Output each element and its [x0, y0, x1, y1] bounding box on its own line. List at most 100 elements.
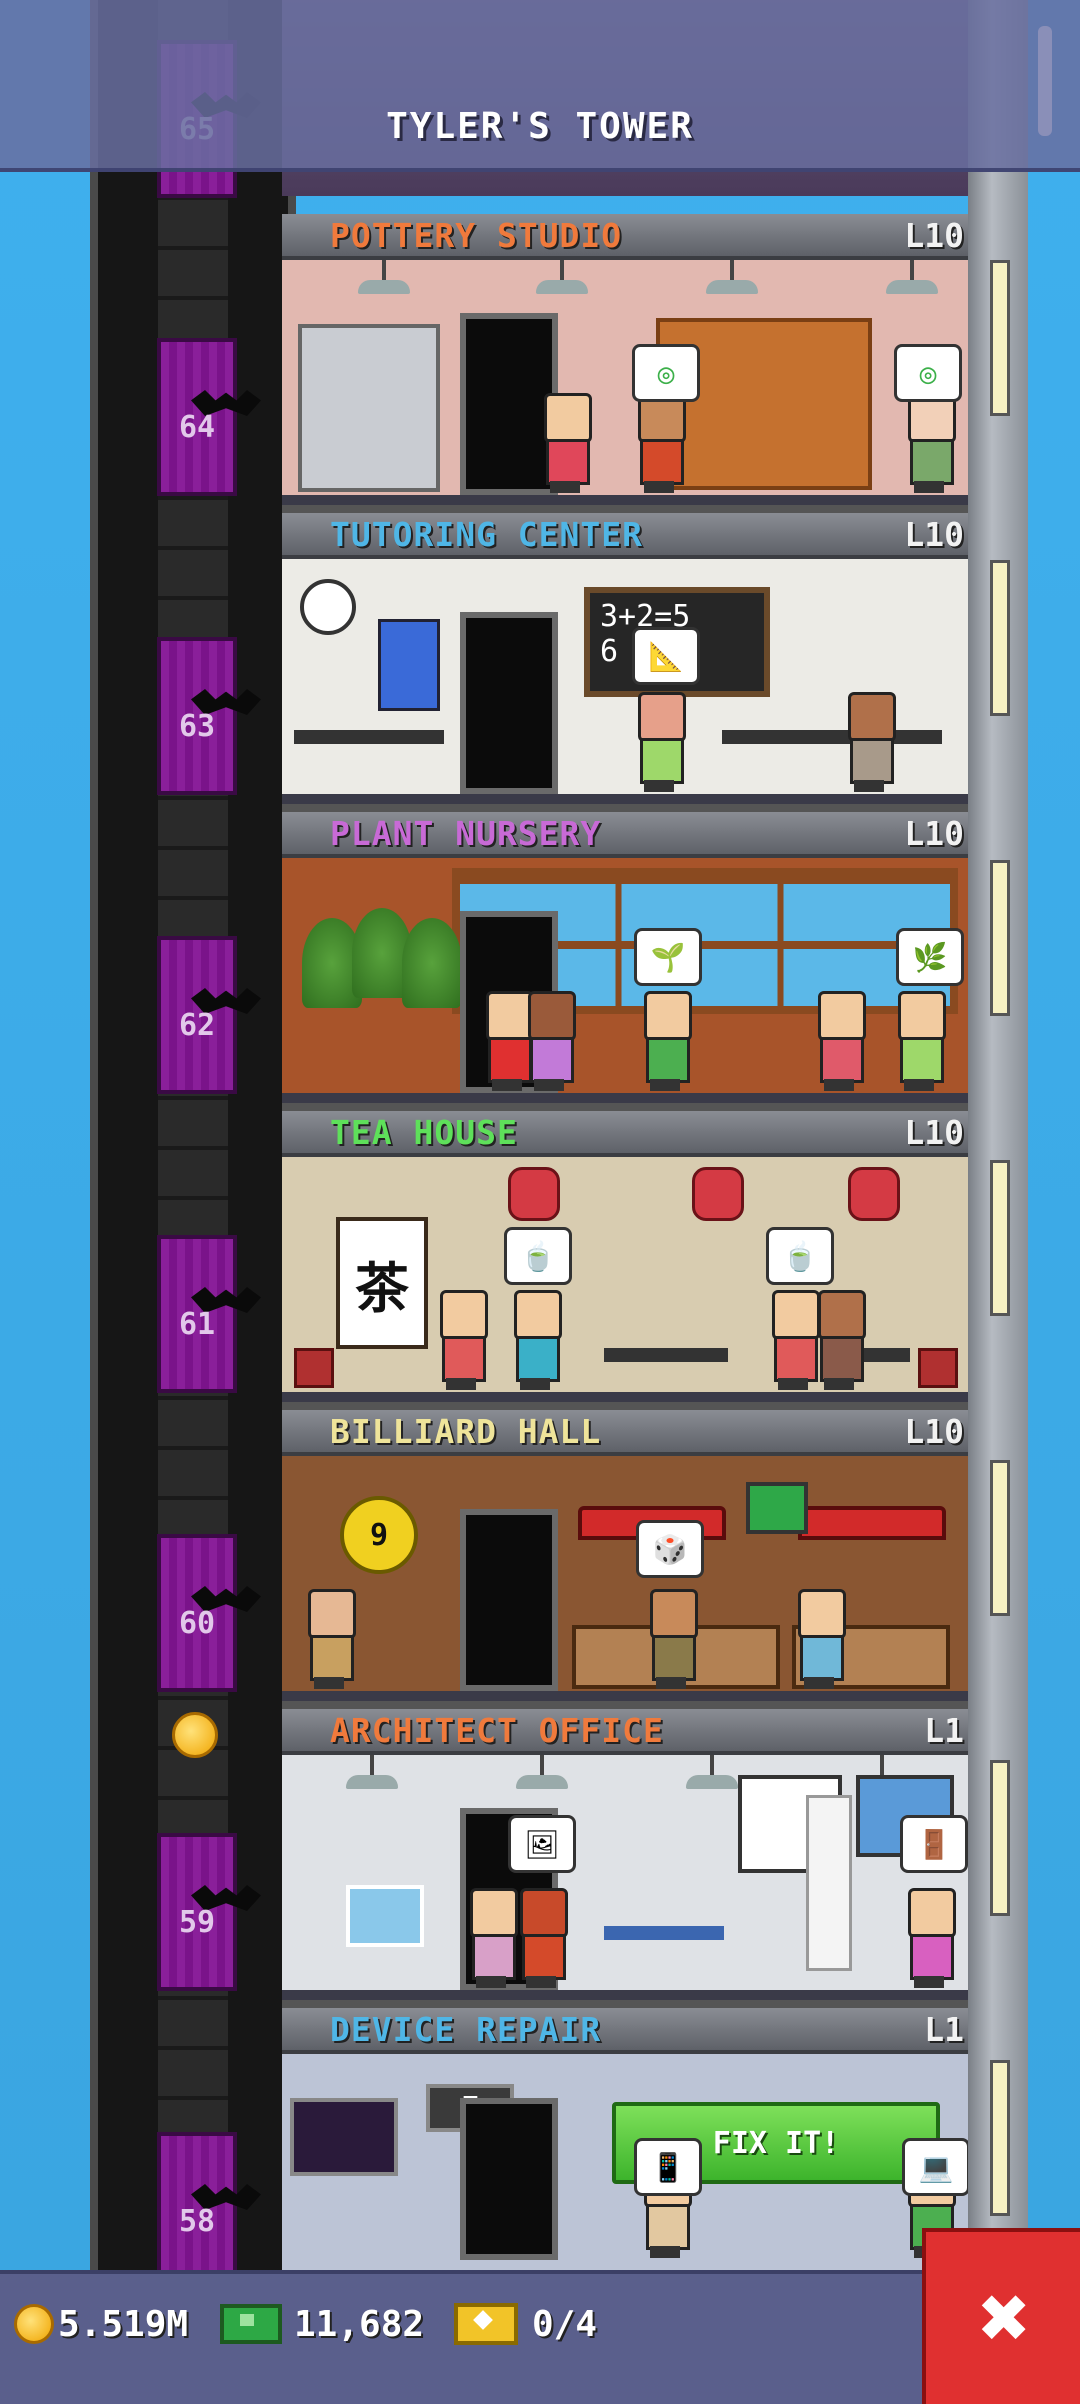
pillar-light: [990, 2060, 1010, 2216]
bitizen[interactable]: [508, 1290, 562, 1390]
bitizen[interactable]: [792, 1589, 846, 1689]
ceiling-lamp-icon: [512, 1755, 572, 1789]
bubble-icon[interactable]: 💻: [902, 2138, 968, 2196]
floor-level: L1: [924, 2010, 964, 2049]
bitizen[interactable]: [538, 393, 592, 493]
elevator-floor-number: 59: [178, 1904, 216, 1940]
title-bar: TYLER'S TOWER: [0, 0, 1080, 172]
easel-icon: [346, 1885, 424, 1947]
bubble-icon[interactable]: 🎲: [636, 1520, 704, 1578]
elevator-car-63[interactable]: 63: [157, 637, 261, 795]
apple-poster-icon: [378, 619, 440, 711]
elevator-car-58[interactable]: 58: [157, 2132, 261, 2290]
bitizen[interactable]: [464, 1888, 518, 1988]
pillar-light: [990, 1760, 1010, 1916]
pillar-light: [990, 1460, 1010, 1616]
elevator-car-60[interactable]: 60: [157, 1534, 261, 1692]
elevator-car-59[interactable]: 59: [157, 1833, 261, 1991]
close-button[interactable]: ✖: [922, 2228, 1080, 2404]
floor-door: [460, 612, 558, 794]
floor-architect-office[interactable]: ARCHITECT OFFICE L1 🖼 🚪: [282, 1709, 968, 2008]
ceiling-lamp-icon: [354, 260, 414, 294]
elevator-car-62[interactable]: 62: [157, 936, 261, 1094]
floor-base: [282, 1093, 968, 1103]
bubble-icon[interactable]: ◎: [632, 344, 700, 402]
floor-billiard-hall[interactable]: BILLIARD HALL L10 9 🎲: [282, 1410, 968, 1709]
bitizen[interactable]: [632, 393, 686, 493]
billiard-lamp-icon: [798, 1506, 946, 1540]
bubble-icon[interactable]: 📱: [634, 2138, 702, 2196]
scroll-indicator[interactable]: [1038, 26, 1052, 136]
display-screen-icon: [290, 2098, 398, 2176]
bitizen[interactable]: [842, 692, 896, 792]
scroll-icon: 茶: [336, 1217, 428, 1349]
floor-room[interactable]: 茶 🍵 🍵: [282, 1157, 968, 1402]
ticket-icon: [454, 2303, 518, 2345]
bubble-icon[interactable]: 📐: [632, 627, 700, 685]
floor-room[interactable]: 3+2=5 6 36 📐: [282, 559, 968, 804]
floor-tutoring-center[interactable]: TUTORING CENTER L10 3+2=5 6 36 📐: [282, 513, 968, 812]
billiard-ball-icon: 9: [340, 1496, 418, 1574]
floor-tea-house[interactable]: TEA HOUSE L10 茶 🍵 🍵: [282, 1111, 968, 1410]
bubble-icon[interactable]: 🌿: [896, 928, 964, 986]
bitizen[interactable]: [514, 1888, 568, 1988]
floor-room[interactable]: F FIX IT! 📱 💻: [282, 2054, 968, 2270]
bubble-icon[interactable]: 🌱: [634, 928, 702, 986]
bitizen[interactable]: [812, 1290, 866, 1390]
bubble-icon[interactable]: 🍵: [504, 1227, 572, 1285]
elevator-floor-number: 60: [178, 1605, 216, 1641]
bitizen[interactable]: [902, 393, 956, 493]
tower-name[interactable]: TYLER'S TOWER: [0, 106, 1080, 147]
floor-name: POTTERY STUDIO: [330, 216, 623, 255]
floor-pottery-studio[interactable]: POTTERY STUDIO L10 ◎ ◎: [282, 214, 968, 513]
elevator-shaft[interactable]: 65 64 63 62 61 60 59 58: [90, 0, 296, 2290]
floor-name: DEVICE REPAIR: [330, 2010, 602, 2049]
bubble-icon[interactable]: 🚪: [900, 1815, 968, 1873]
floor-header: PLANT NURSERY L10: [282, 812, 968, 858]
floor-base: [282, 794, 968, 804]
floor-header: ARCHITECT OFFICE L1: [282, 1709, 968, 1755]
tickets-stat[interactable]: 0/4: [454, 2296, 597, 2352]
close-icon: ✖: [979, 2268, 1031, 2368]
bubble-icon[interactable]: 🍵: [766, 1227, 834, 1285]
bitizen[interactable]: [892, 991, 946, 1091]
bitizen[interactable]: [632, 692, 686, 792]
bitizen[interactable]: [434, 1290, 488, 1390]
floor-header: BILLIARD HALL L10: [282, 1410, 968, 1456]
pillar-light: [990, 860, 1010, 1016]
bitizen[interactable]: [522, 991, 576, 1091]
pillar-light: [990, 260, 1010, 416]
floor-room[interactable]: 9 🎲: [282, 1456, 968, 1701]
bitizen[interactable]: [638, 991, 692, 1091]
floor-door: [460, 1509, 558, 1691]
elevator-floor-number: 58: [178, 2203, 216, 2239]
bux-stat[interactable]: 11,682: [220, 2296, 424, 2352]
coins-stat[interactable]: 5.519M: [14, 2296, 188, 2352]
floor-level: L10: [904, 515, 964, 554]
coins-value: 5.519M: [58, 2303, 189, 2345]
floor-room[interactable]: 🌱 🌿: [282, 858, 968, 1103]
floor-header: TEA HOUSE L10: [282, 1111, 968, 1157]
floor-room[interactable]: 🖼 🚪: [282, 1755, 968, 2000]
elevator-floor-number: 61: [178, 1306, 216, 1342]
scroll-character: 茶: [355, 1256, 409, 1320]
floor-base: [282, 1691, 968, 1701]
ceiling-lamp-icon: [342, 1755, 402, 1789]
floor-level: L10: [904, 216, 964, 255]
bubble-icon[interactable]: 🖼: [508, 1815, 576, 1873]
fridge-icon: [298, 324, 440, 492]
tower-pillar: [968, 0, 1028, 2270]
floor-name: ARCHITECT OFFICE: [330, 1711, 664, 1750]
bubble-icon[interactable]: ◎: [894, 344, 962, 402]
bitizen[interactable]: [644, 1589, 698, 1689]
floor-room[interactable]: ◎ ◎: [282, 260, 968, 505]
floor-plant-nursery[interactable]: PLANT NURSERY L10 🌱 🌿: [282, 812, 968, 1111]
floor-device-repair[interactable]: DEVICE REPAIR L1 F FIX IT! 📱 💻: [282, 2008, 968, 2270]
bitizen[interactable]: [812, 991, 866, 1091]
bitizen[interactable]: [902, 1888, 956, 1988]
bitizen[interactable]: [302, 1589, 356, 1689]
elevator-car-61[interactable]: 61: [157, 1235, 261, 1393]
elevator-car-64[interactable]: 64: [157, 338, 261, 496]
tv-icon: [746, 1482, 808, 1534]
coin-icon[interactable]: [172, 1712, 218, 1758]
